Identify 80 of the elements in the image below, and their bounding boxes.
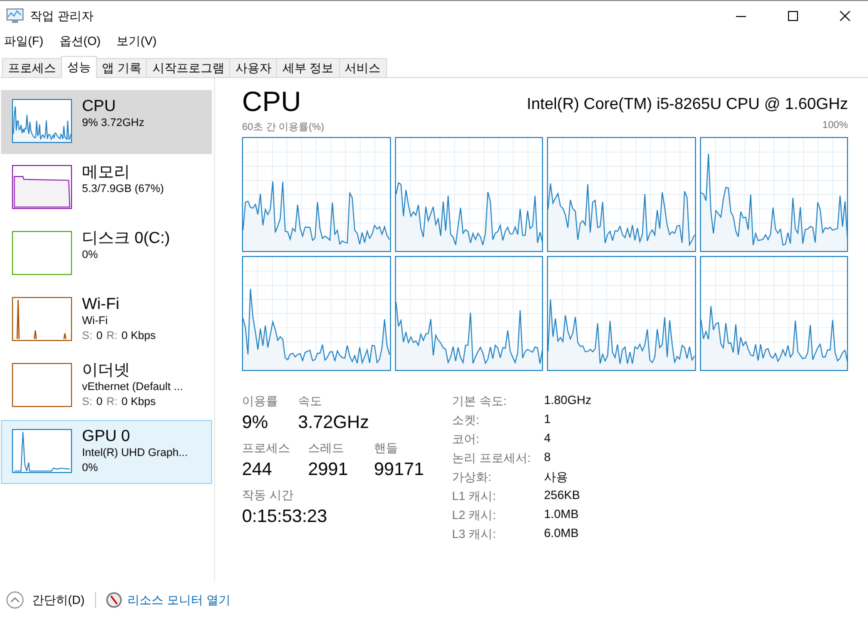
device-name: GPU 0 [82,427,132,446]
device-detail: 0% [82,461,99,476]
stat-value: 244 [242,458,272,481]
stat-label: 작동 시간 [242,487,294,503]
window-title: 작업 관리자 [30,8,94,24]
detail-label: L3 캐시: [452,526,498,543]
rate-label: R: [106,329,118,344]
graph-max-label: 100% [822,120,848,133]
tab[interactable]: 앱 기록 [96,58,148,77]
stat-value: 2991 [308,458,348,481]
rate-label: S: [82,329,92,344]
usage-graph [12,106,72,142]
tab[interactable]: 프로세스 [2,58,62,77]
detail-label: L1 캐시: [452,488,498,505]
menu-item[interactable]: 보기(V) [116,32,157,50]
device-name: 이더넷 [82,361,131,380]
stat-label: 핸들 [374,440,398,456]
device-detail: 9% 3.72GHz [82,116,144,131]
device-detail: vEthernet (Default ... [82,380,183,395]
rate-label: R: [106,395,118,410]
task-manager-icon [6,8,24,24]
rate-label: S: [82,395,92,410]
device-detail: 5.3/7.9GB (67%) [82,182,164,197]
detail-value: 256KB [544,488,582,504]
detail-value: 사용 [544,469,569,486]
sidebar-item[interactable]: 메모리 5.3/7.9GB (67%) [1,156,212,220]
stat-label: 프로세스 [242,440,290,456]
stat-value: 3.72GHz [298,411,370,434]
sidebar-item[interactable]: GPU 0 Intel(R) UHD Graph... 0% [1,420,212,484]
detail-label: 소켓: [452,412,480,429]
detail-value: 6.0MB [544,526,580,542]
processor-name: Intel(R) Core(TM) i5-8265U CPU @ 1.60GHz [526,96,848,115]
tab[interactable]: 성능 [61,56,97,78]
detail-value: 1.80GHz [544,393,592,409]
close-icon [840,11,850,21]
detail-label: 논리 프로세서: [452,450,532,467]
memory-graph [14,176,70,208]
page-title: CPU [242,86,302,118]
menu-item[interactable]: 파일(F) [4,32,44,50]
device-name: 메모리 [82,163,131,182]
menu-item[interactable]: 옵션(O) [59,32,101,50]
stat-value: 99171 [374,458,424,481]
rate-value: 0 [96,329,103,344]
detail-label: 코어: [452,431,480,448]
chevron-up-icon [6,591,24,609]
detail-value: 1.0MB [544,507,580,523]
sidebar-item[interactable]: Wi-Fi Wi-Fi S: 0 R: 0 Kbps [1,288,212,352]
device-detail: 0% [82,248,99,263]
device-name: CPU [82,97,117,116]
device-name: Wi-Fi [82,295,120,314]
resource-monitor-link[interactable]: 리소스 모니터 열기 [128,592,230,608]
sidebar-item[interactable]: CPU 9% 3.72GHz [1,90,212,154]
graph-caption: 60초 간 이용률(%) [242,121,324,134]
device-detail: Wi-Fi [82,314,109,329]
tab[interactable]: 사용자 [229,58,278,77]
detail-value: 4 [544,431,552,447]
device-name: 디스크 0(C:) [82,229,170,248]
rate-value: 0 [96,395,103,410]
detail-value: 1 [544,412,552,428]
rate-value: 0 Kbps [122,395,156,410]
device-detail: Intel(R) UHD Graph... [82,446,188,461]
sidebar-item[interactable]: 디스크 0(C:) 0% [1,222,212,286]
stat-value: 9% [242,411,268,434]
stat-label: 속도 [298,393,322,409]
detail-label: 기본 속도: [452,393,508,410]
rate-value: 0 Kbps [122,329,156,344]
fewer-details-button[interactable]: 간단히(D) [6,591,85,609]
stat-value: 0:15:53:23 [242,505,328,528]
detail-label: L2 캐시: [452,507,498,524]
detail-value: 8 [544,450,552,466]
tab[interactable]: 시작프로그램 [146,58,230,77]
stat-label: 이용률 [242,393,278,409]
maximize-icon [788,11,798,21]
network-graph [16,299,66,340]
sidebar-item[interactable]: 이더넷 vEthernet (Default ... S: 0 R: 0 Kbps [1,354,212,418]
gauge-icon [106,592,122,608]
stat-label: 스레드 [308,440,344,456]
tab[interactable]: 세부 정보 [276,58,340,77]
tab[interactable]: 서비스 [338,58,387,77]
detail-label: 가상화: [452,469,492,486]
